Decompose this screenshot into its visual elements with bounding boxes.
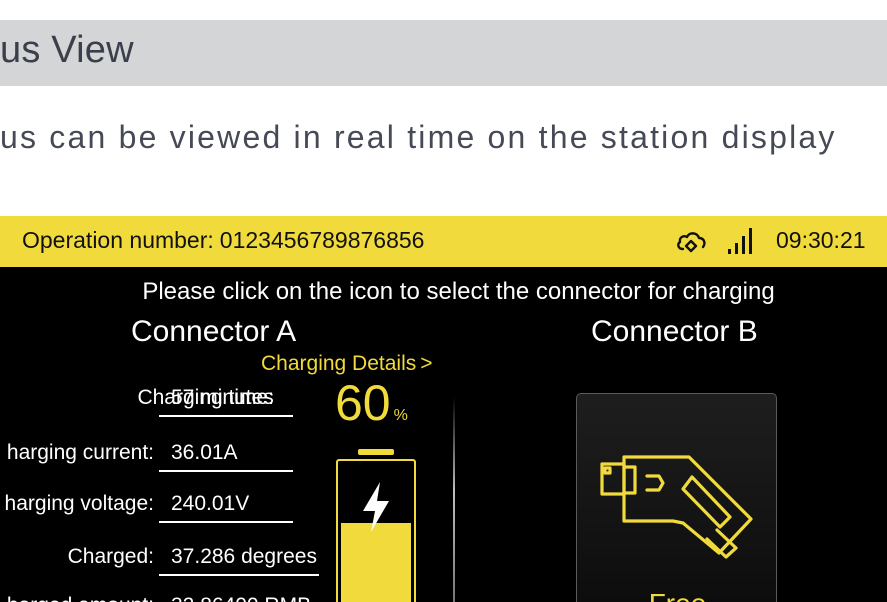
connector-b-title: Connector B — [591, 315, 758, 348]
lightning-bolt-icon — [363, 482, 389, 532]
battery-fill — [341, 523, 411, 602]
operation-number: Operation number: 0123456789876856 — [22, 227, 424, 254]
charging-details-link[interactable]: Charging Details > — [261, 352, 433, 376]
battery-gauge — [336, 459, 416, 602]
battery-cap — [358, 449, 394, 455]
status-bar: Operation number: 0123456789876856 09:30:… — [0, 216, 887, 267]
operation-number-value: 0123456789876856 — [219, 227, 425, 253]
charged-amount-value: 32.86400 RMB — [159, 594, 319, 602]
clock: 09:30:21 — [776, 227, 866, 253]
section-title: us View — [0, 29, 134, 71]
operation-number-label: Operation number: — [22, 227, 214, 253]
station-display: Operation number: 0123456789876856 09:30:… — [0, 216, 887, 602]
charging-details-label: Charging Details — [261, 352, 417, 375]
charged-energy-value: 37.286 degrees — [159, 545, 319, 576]
cloud-icon — [677, 232, 706, 253]
connector-b-button[interactable]: Free — [576, 393, 777, 602]
charging-current-label: harging current: — [6, 441, 154, 464]
connector-divider — [453, 396, 455, 602]
charging-current-value: 36.01A — [159, 441, 293, 472]
charging-voltage-label: harging voltage: — [4, 492, 154, 515]
charged-amount-label: harged amount: — [7, 594, 154, 602]
charge-percentage: 60% — [335, 374, 408, 432]
section-description: us can be viewed in real time on the sta… — [0, 119, 837, 155]
chevron-right-icon: > — [420, 352, 433, 375]
charge-percentage-unit: % — [393, 407, 408, 424]
connector-a-title: Connector A — [131, 315, 297, 348]
charging-voltage-value: 240.01V — [159, 492, 293, 523]
signal-icon — [728, 228, 752, 254]
charging-time-value: 57 minutes — [159, 386, 293, 417]
connector-b-status: Free — [577, 588, 778, 602]
instruction-text: Please click on the icon to select the c… — [142, 278, 775, 305]
charged-energy-label: Charged: — [67, 545, 154, 568]
plug-icon — [600, 455, 753, 559]
charge-percentage-value: 60 — [335, 375, 391, 431]
